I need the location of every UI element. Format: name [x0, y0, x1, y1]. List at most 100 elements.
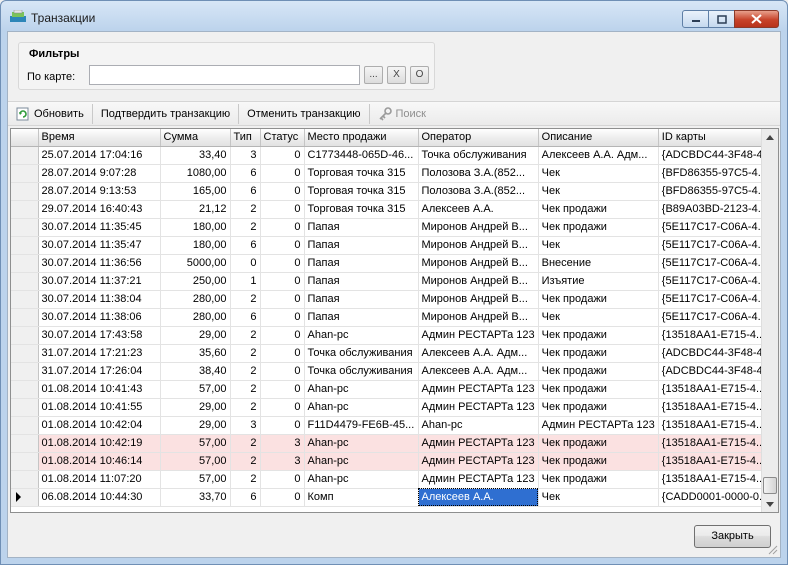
cell-place[interactable]: Папая — [304, 290, 419, 309]
cell-status[interactable]: 0 — [260, 416, 305, 435]
table-row[interactable]: 31.07.2014 17:26:04 38,40 2 0 Точка обслужив… — [11, 362, 776, 381]
cell-card-id[interactable]: {BFD86355-97C5-4... — [658, 182, 776, 201]
column-header-place[interactable]: Место продажи — [304, 129, 419, 147]
cell-card-id[interactable]: {13518AA1-E715-4... — [658, 380, 776, 399]
cell-place[interactable]: Папая — [304, 254, 419, 273]
table-row[interactable]: 25.07.2014 17:04:16 33,40 3 0 C1773448-065D-… — [11, 146, 776, 165]
refresh-button[interactable]: Обновить — [8, 101, 92, 126]
cell-time[interactable]: 30.07.2014 11:35:45 — [38, 218, 161, 237]
close-button[interactable]: Закрыть — [694, 525, 771, 548]
cell-status[interactable]: 0 — [260, 344, 305, 363]
cell-description[interactable]: Чек продажи — [538, 326, 659, 345]
cell-operator[interactable]: Миронов Андрей В... — [418, 290, 539, 309]
cell-operator[interactable]: Полозова З.А.(852... — [418, 164, 539, 183]
cell-type[interactable]: 2 — [230, 380, 261, 399]
cell-place[interactable]: Точка обслуживания — [304, 344, 419, 363]
cell-place[interactable]: Комп — [304, 488, 419, 507]
cell-place[interactable]: Торговая точка 315 — [304, 182, 419, 201]
cell-type[interactable]: 1 — [230, 272, 261, 291]
maximize-button[interactable] — [708, 10, 735, 28]
row-selector[interactable] — [11, 146, 39, 165]
cell-operator[interactable]: Алексеев А.А. Адм... — [418, 344, 539, 363]
cell-type[interactable]: 2 — [230, 218, 261, 237]
cell-type[interactable]: 6 — [230, 488, 261, 507]
cell-time[interactable]: 30.07.2014 17:43:58 — [38, 326, 161, 345]
table-row[interactable]: 30.07.2014 11:37:21 250,00 1 0 Папая Миронов … — [11, 272, 776, 291]
cell-description[interactable]: Чек продажи — [538, 452, 659, 471]
cell-operator[interactable]: Алексеев А.А. — [418, 200, 539, 219]
table-row[interactable]: 31.07.2014 17:21:23 35,60 2 0 Точка обслужив… — [11, 344, 776, 363]
cell-card-id[interactable]: {5E117C17-C06A-4... — [658, 308, 776, 327]
cell-operator[interactable]: Админ РЕСТАРТа 123 — [418, 326, 539, 345]
cell-operator[interactable]: Миронов Андрей В... — [418, 218, 539, 237]
cell-time[interactable]: 30.07.2014 11:37:21 — [38, 272, 161, 291]
row-selector[interactable] — [11, 236, 39, 255]
table-row[interactable]: 30.07.2014 11:35:47 180,00 6 0 Папая Миронов … — [11, 236, 776, 255]
cell-sum[interactable]: 38,40 — [160, 362, 231, 381]
cell-operator[interactable]: Алексеев А.А. Адм... — [418, 362, 539, 381]
transactions-grid[interactable]: Время Сумма Тип Статус Место продажи Опе… — [10, 128, 779, 513]
cell-place[interactable]: Папая — [304, 308, 419, 327]
row-selector[interactable] — [11, 344, 39, 363]
table-row[interactable]: 01.08.2014 10:42:19 57,00 2 3 Ahan-pc Админ Р… — [11, 434, 776, 453]
cell-card-id[interactable]: {13518AA1-E715-4... — [658, 434, 776, 453]
cell-card-id[interactable]: {ADCBDC44-3F48-4... — [658, 344, 776, 363]
cell-type[interactable]: 6 — [230, 236, 261, 255]
cell-sum[interactable]: 29,00 — [160, 398, 231, 417]
cell-description[interactable]: Чек продажи — [538, 218, 659, 237]
cell-status[interactable]: 0 — [260, 236, 305, 255]
cell-operator[interactable]: Алексеев А.А. — [418, 488, 539, 507]
cell-sum[interactable]: 165,00 — [160, 182, 231, 201]
cell-card-id[interactable]: {ADCBDC44-3F48-4... — [658, 362, 776, 381]
row-selector[interactable] — [11, 362, 39, 381]
cell-sum[interactable]: 57,00 — [160, 380, 231, 399]
cell-operator[interactable]: Админ РЕСТАРТа 123 — [418, 398, 539, 417]
row-selector[interactable] — [11, 416, 39, 435]
cell-description[interactable]: Чек продажи — [538, 362, 659, 381]
cell-time[interactable]: 01.08.2014 10:42:04 — [38, 416, 161, 435]
cell-card-id[interactable]: {5E117C17-C06A-4... — [658, 290, 776, 309]
scroll-down-button[interactable] — [762, 496, 778, 512]
cell-operator[interactable]: Админ РЕСТАРТа 123 — [418, 380, 539, 399]
cell-card-id[interactable]: {13518AA1-E715-4... — [658, 326, 776, 345]
cell-place[interactable]: Папая — [304, 272, 419, 291]
cell-status[interactable]: 0 — [260, 398, 305, 417]
cell-sum[interactable]: 35,60 — [160, 344, 231, 363]
cell-time[interactable]: 25.07.2014 17:04:16 — [38, 146, 161, 165]
row-selector[interactable] — [11, 290, 39, 309]
close-window-button[interactable] — [734, 10, 779, 28]
row-selector[interactable] — [11, 380, 39, 399]
scroll-up-button[interactable] — [762, 129, 778, 145]
cell-status[interactable]: 0 — [260, 326, 305, 345]
cell-status[interactable]: 3 — [260, 452, 305, 471]
cell-time[interactable]: 01.08.2014 11:07:20 — [38, 470, 161, 489]
cell-sum[interactable]: 21,12 — [160, 200, 231, 219]
table-row[interactable]: 30.07.2014 11:35:45 180,00 2 0 Папая Миронов … — [11, 218, 776, 237]
cancel-transaction-button[interactable]: Отменить транзакцию — [239, 101, 368, 126]
table-row[interactable]: 01.08.2014 10:41:55 29,00 2 0 Ahan-pc Админ Р… — [11, 398, 776, 417]
cell-sum[interactable]: 250,00 — [160, 272, 231, 291]
table-row[interactable]: 30.07.2014 11:36:56 5000,00 0 0 Папая Миронов… — [11, 254, 776, 273]
table-row[interactable]: 28.07.2014 9:07:28 1080,00 6 0 Торговая точк… — [11, 164, 776, 183]
row-selector[interactable] — [11, 398, 39, 417]
cell-description[interactable]: Чек продажи — [538, 380, 659, 399]
cell-time[interactable]: 01.08.2014 10:41:43 — [38, 380, 161, 399]
minimize-button[interactable] — [682, 10, 709, 28]
cell-type[interactable]: 2 — [230, 362, 261, 381]
cell-operator[interactable]: Полозова З.А.(852... — [418, 182, 539, 201]
row-selector[interactable] — [11, 470, 39, 489]
cell-description[interactable]: Чек продажи — [538, 200, 659, 219]
cell-time[interactable]: 30.07.2014 11:38:06 — [38, 308, 161, 327]
cell-sum[interactable]: 57,00 — [160, 434, 231, 453]
cell-status[interactable]: 0 — [260, 272, 305, 291]
cell-place[interactable]: Ahan-pc — [304, 434, 419, 453]
cell-time[interactable]: 01.08.2014 10:42:19 — [38, 434, 161, 453]
column-header-operator[interactable]: Оператор — [418, 129, 539, 147]
cell-time[interactable]: 01.08.2014 10:46:14 — [38, 452, 161, 471]
column-header-sum[interactable]: Сумма — [160, 129, 231, 147]
cell-operator[interactable]: Точка обслуживания — [418, 146, 539, 165]
column-header-time[interactable]: Время — [38, 129, 161, 147]
column-header-type[interactable]: Тип — [230, 129, 261, 147]
cell-sum[interactable]: 33,70 — [160, 488, 231, 507]
cell-sum[interactable]: 5000,00 — [160, 254, 231, 273]
